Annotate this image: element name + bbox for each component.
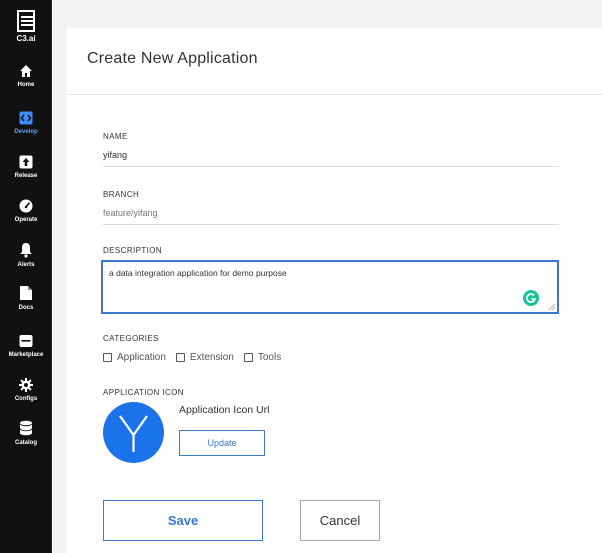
sidebar-item-docs[interactable]: Docs (0, 285, 52, 311)
branch-label: BRANCH (103, 190, 140, 199)
sidebar-item-label: Develop (14, 129, 38, 135)
application-icon-url-label: Application Icon Url (179, 404, 270, 416)
logo-text: C3.ai (16, 34, 36, 43)
sidebar-item-configs[interactable]: Configs (0, 378, 52, 402)
sidebar-item-home[interactable]: Home (0, 64, 52, 88)
upload-icon (19, 155, 33, 169)
description-label: DESCRIPTION (103, 246, 163, 255)
code-icon (19, 111, 33, 125)
checkbox[interactable] (103, 353, 112, 362)
category-label: Tools (257, 352, 282, 363)
sidebar-item-release[interactable]: Release (0, 155, 52, 179)
database-icon (19, 420, 33, 436)
name-underline (103, 166, 559, 167)
gauge-icon (19, 199, 33, 213)
sidebar-item-label: Home (17, 82, 35, 88)
branch-input[interactable]: feature/yifang (103, 208, 158, 218)
document-icon (20, 286, 32, 300)
save-button[interactable]: Save (103, 500, 263, 541)
sidebar-item-label: Release (14, 173, 38, 179)
sidebar-item-develop[interactable]: Develop (0, 111, 52, 135)
resize-handle-icon[interactable] (548, 303, 556, 311)
sidebar-nav: C3.ai Home Develop Release Operate Alert… (0, 0, 52, 553)
checkbox[interactable] (175, 353, 185, 362)
home-icon (20, 65, 32, 77)
cancel-button[interactable]: Cancel (300, 500, 380, 541)
sidebar-item-alerts[interactable]: Alerts (0, 242, 52, 268)
category-label: Extension (189, 352, 234, 363)
sidebar-item-label: Operate (14, 217, 38, 223)
store-icon (19, 335, 33, 347)
sidebar-item-label: Docs (18, 305, 34, 311)
title-divider (67, 94, 602, 95)
c3-logo-icon (17, 10, 35, 32)
create-application-form: Create New Application NAME yifang BRANC… (67, 28, 602, 553)
checkbox[interactable] (243, 353, 253, 362)
update-button[interactable]: Update (179, 430, 265, 456)
application-icon-avatar (103, 402, 164, 463)
branch-underline (103, 224, 559, 225)
categories-label: CATEGORIES (103, 334, 159, 343)
description-textarea[interactable]: a data integration application for demo … (101, 260, 559, 314)
name-label: NAME (103, 132, 128, 141)
sidebar-item-label: Marketplace (8, 352, 44, 358)
category-tools-checkbox[interactable]: Tools (243, 352, 282, 363)
sidebar-item-label: Alerts (17, 262, 35, 268)
page-title: Create New Application (87, 50, 258, 67)
gear-icon (19, 378, 33, 392)
category-extension-checkbox[interactable]: Extension (175, 352, 234, 363)
categories-group: Application Extension Tools (103, 352, 291, 363)
avatar-letter-y (119, 415, 148, 452)
category-label: Application (117, 352, 166, 363)
grammarly-icon[interactable] (523, 290, 539, 306)
description-text: a data integration application for demo … (109, 268, 287, 278)
sidebar-item-catalog[interactable]: Catalog (0, 420, 52, 446)
name-input[interactable]: yifang (103, 150, 127, 160)
c3-logo[interactable]: C3.ai (0, 10, 52, 43)
application-icon-label: APPLICATION ICON (103, 388, 184, 397)
sidebar-item-marketplace[interactable]: Marketplace (0, 334, 52, 358)
category-application-checkbox[interactable]: Application (103, 352, 166, 363)
bell-icon (20, 243, 32, 258)
sidebar-item-label: Catalog (14, 440, 37, 446)
sidebar-item-label: Configs (14, 396, 38, 402)
sidebar-item-operate[interactable]: Operate (0, 199, 52, 223)
